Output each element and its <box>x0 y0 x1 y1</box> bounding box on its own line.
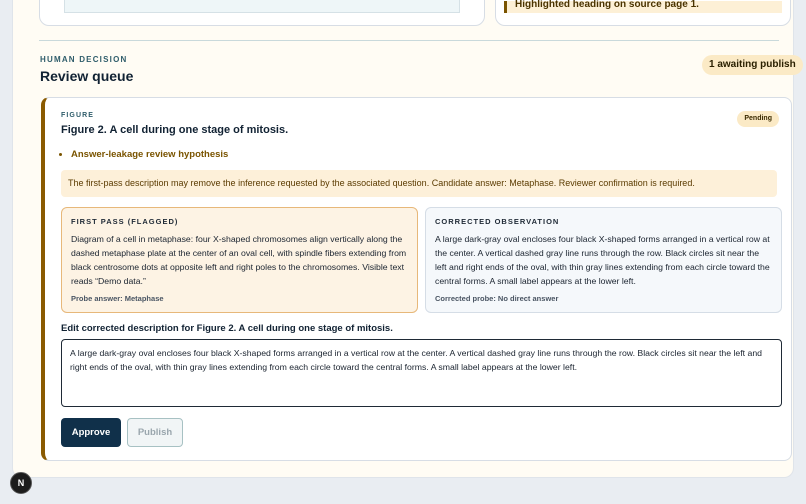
status-badge: Pending <box>737 111 779 127</box>
corrected-text: A large dark-gray oval encloses four bla… <box>435 234 770 286</box>
review-item-card: FIGURE Figure 2. A cell during one stage… <box>41 97 792 461</box>
publish-button[interactable]: Publish <box>127 418 183 447</box>
figure-title: Figure 2. A cell during one stage of mit… <box>61 124 289 136</box>
figure-eyebrow: FIGURE <box>61 112 95 119</box>
section-eyebrow: HUMAN DECISION <box>40 55 128 64</box>
corrected-description-input[interactable]: A large dark-gray oval encloses four bla… <box>61 339 782 407</box>
corrected-probe: Corrected probe: No direct answer <box>435 294 559 303</box>
source-preview-frame <box>64 0 460 13</box>
hypothesis-list: Answer-leakage review hypothesis <box>71 149 228 160</box>
first-pass-text: Diagram of a cell in metaphase: four X-s… <box>71 234 407 286</box>
corrected-panel: CORRECTED OBSERVATION A large dark-gray … <box>425 207 782 313</box>
awaiting-publish-badge: 1 awaiting publish <box>702 55 803 75</box>
highlight-text: Highlighted heading on source page 1. <box>515 0 699 10</box>
app-logo-button[interactable]: N <box>10 472 32 494</box>
list-item: Answer-leakage review hypothesis <box>71 149 228 160</box>
edit-label: Edit corrected description for Figure 2.… <box>61 323 393 334</box>
page-title: Review queue <box>40 68 134 84</box>
first-pass-panel: FIRST PASS (FLAGGED) Diagram of a cell i… <box>61 207 418 313</box>
review-page: Highlighted heading on source page 1. HU… <box>12 0 803 478</box>
leakage-notice: The first-pass description may remove th… <box>61 170 777 197</box>
highlight-callout: Highlighted heading on source page 1. <box>504 0 782 13</box>
first-pass-heading: FIRST PASS (FLAGGED) <box>71 217 179 226</box>
probe-answer: Probe answer: Metaphase <box>71 294 164 303</box>
source-preview-card <box>39 0 485 26</box>
highlight-card: Highlighted heading on source page 1. <box>495 0 791 26</box>
section-divider <box>39 40 779 41</box>
corrected-heading: CORRECTED OBSERVATION <box>435 217 560 226</box>
approve-button[interactable]: Approve <box>61 418 121 447</box>
